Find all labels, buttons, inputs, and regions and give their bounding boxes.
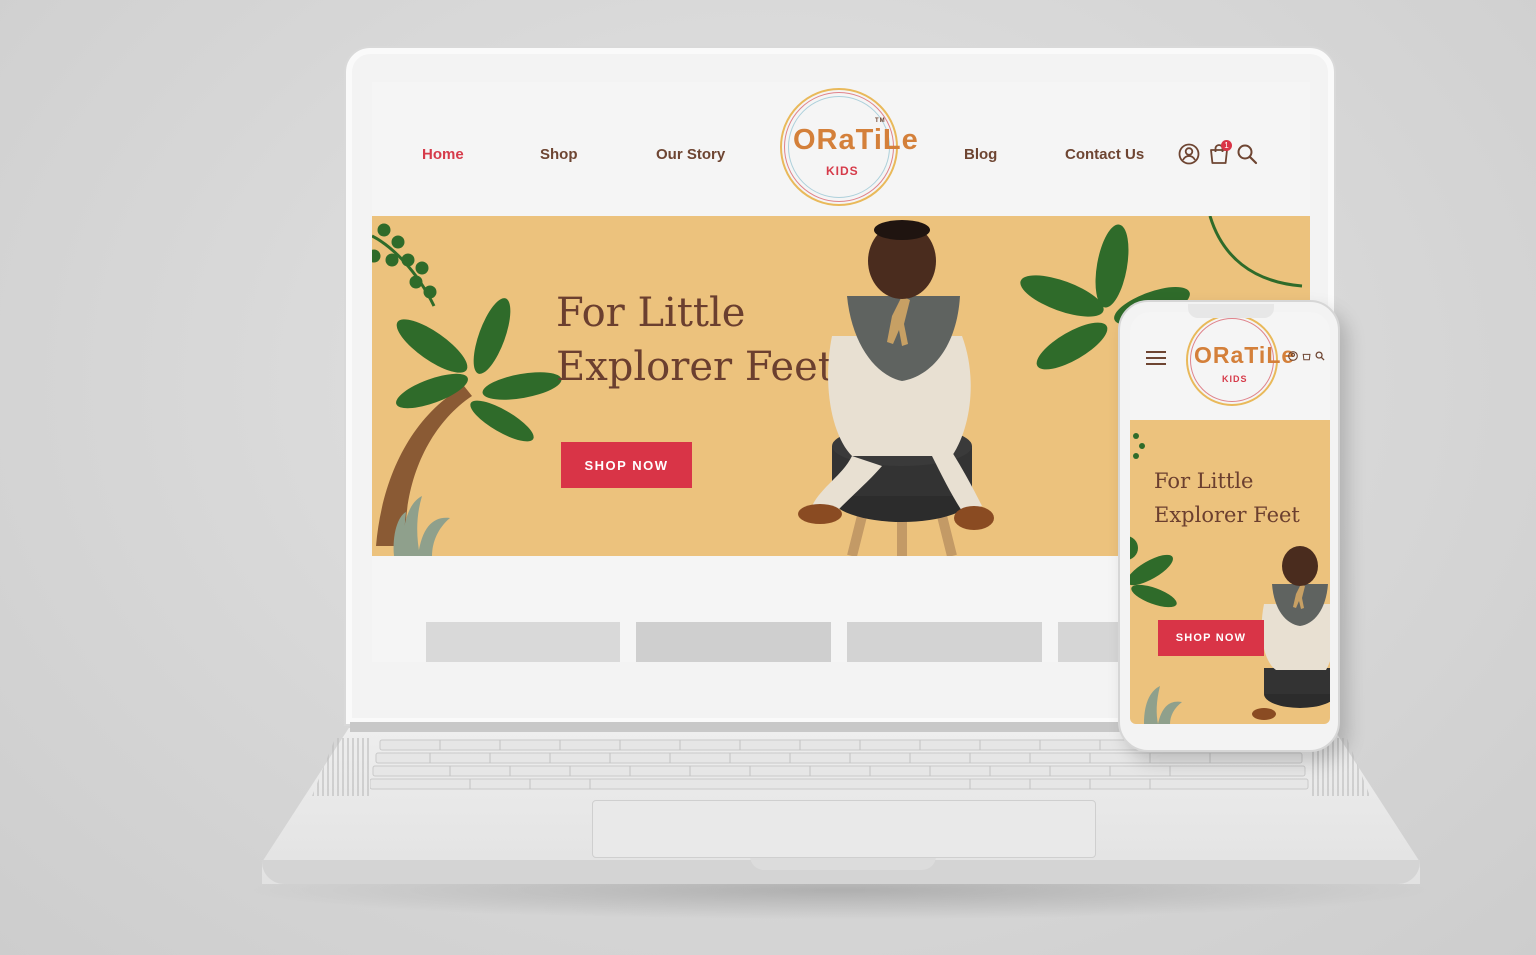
site-header: Home Shop Our Story ORaTiLe KIDS TM Blog…: [372, 82, 1310, 216]
logo-wordmark: ORaTiLe: [1194, 342, 1296, 368]
phone-screen: ORaTiLe KIDS For Little Explorer Feet SH…: [1130, 312, 1330, 724]
product-thumbnail[interactable]: [636, 622, 831, 662]
palm-trunk-illustration: [376, 386, 472, 546]
nav-blog[interactable]: Blog: [964, 146, 997, 163]
mobile-hero-heading: For Little Explorer Feet: [1154, 464, 1324, 532]
palm-leaves-illustration: [396, 298, 562, 442]
cart-count-badge: 1: [1221, 140, 1232, 151]
trackpad[interactable]: [592, 800, 1096, 858]
shop-now-button[interactable]: SHOP NOW: [561, 442, 692, 488]
product-thumbnail[interactable]: [847, 622, 1042, 662]
decorative-arc: [1208, 216, 1303, 288]
user-icon[interactable]: [1178, 143, 1200, 165]
speaker-grille-left: [312, 738, 370, 796]
search-icon[interactable]: [1236, 143, 1258, 165]
nav-contact-us[interactable]: Contact Us: [1065, 146, 1144, 163]
mobile-shop-now-button[interactable]: SHOP NOW: [1158, 620, 1264, 656]
logo-subtext: KIDS: [826, 164, 859, 178]
child-on-stool-photo: [798, 220, 994, 556]
search-icon[interactable]: [1315, 351, 1325, 361]
laptop-opening-notch: [750, 856, 936, 870]
logo-wordmark: ORaTiLe: [793, 124, 919, 156]
nav-shop[interactable]: Shop: [540, 146, 578, 163]
mobile-hero-heading-line1: For Little: [1154, 469, 1254, 493]
mobile-hero-heading-line2: Explorer Feet: [1154, 503, 1300, 527]
user-icon[interactable]: [1288, 351, 1298, 361]
logo-subtext: KIDS: [1222, 374, 1248, 384]
nav-home[interactable]: Home: [422, 146, 464, 163]
cart-icon[interactable]: [1302, 351, 1312, 361]
menu-icon[interactable]: [1146, 350, 1166, 366]
logo-trademark: TM: [875, 118, 886, 124]
mobile-site-logo[interactable]: ORaTiLe KIDS: [1186, 314, 1294, 406]
site-logo[interactable]: ORaTiLe KIDS TM: [780, 88, 918, 206]
phone-notch: [1188, 304, 1274, 318]
nav-our-story[interactable]: Our Story: [656, 146, 725, 163]
product-thumbnail[interactable]: [426, 622, 620, 662]
vine-leaves-illustration: [372, 223, 437, 307]
mobile-hero-banner: For Little Explorer Feet SHOP NOW: [1130, 420, 1330, 724]
